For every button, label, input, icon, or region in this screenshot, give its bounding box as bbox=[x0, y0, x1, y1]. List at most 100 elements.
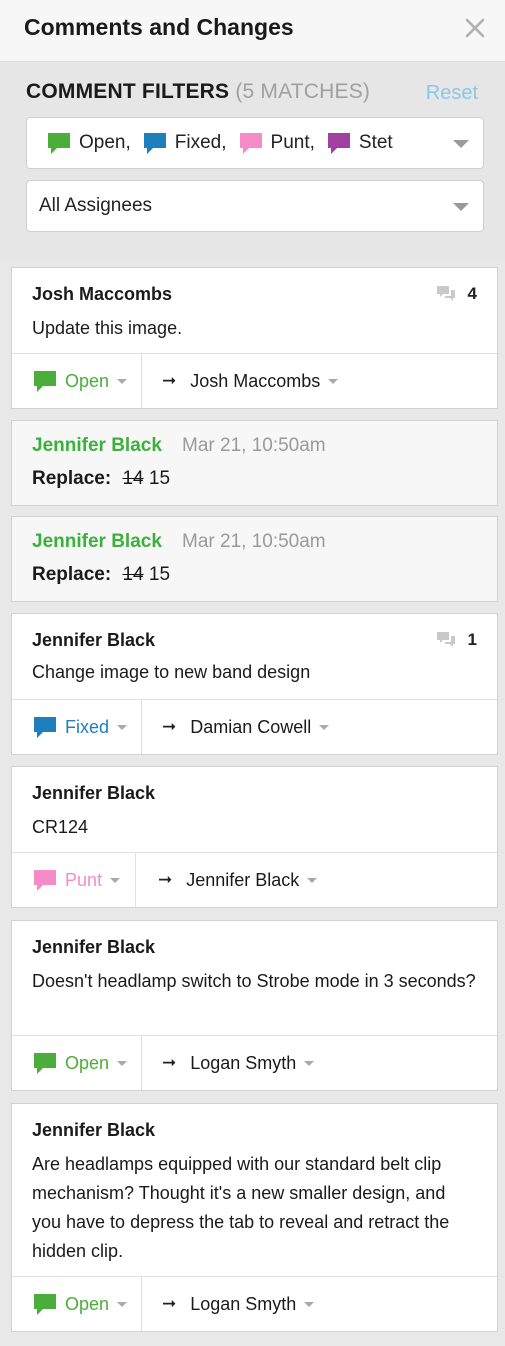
status-select-open[interactable]: Open bbox=[12, 1277, 142, 1331]
filters-match-count: (5 MATCHES) bbox=[235, 80, 371, 103]
comment-bubble-blue-icon bbox=[34, 717, 56, 738]
reply-count-value: 4 bbox=[467, 284, 477, 303]
comment-author: Jennifer Black bbox=[32, 630, 156, 650]
comment-card[interactable]: Jennifer Black 1 Change image to new ban… bbox=[11, 613, 498, 755]
chevron-down-icon bbox=[319, 724, 330, 730]
comment-body: Update this image. bbox=[32, 318, 183, 338]
assignee-select[interactable]: ➞ Damian Cowell bbox=[162, 700, 330, 754]
status-filter-stet: Stet bbox=[327, 131, 393, 155]
status-label: Open bbox=[65, 1293, 110, 1314]
change-date: Mar 21, 10:50am bbox=[182, 531, 326, 552]
status-filter-label: Punt, bbox=[270, 132, 315, 153]
status-select-open[interactable]: Open bbox=[12, 1036, 142, 1090]
chevron-down-icon bbox=[117, 378, 128, 384]
comment-footer: Open ➞ Josh Maccombs bbox=[12, 353, 497, 408]
comment-author: Jennifer Black bbox=[32, 937, 156, 957]
status-filter-values: Open, Fixed, Punt, Stet bbox=[47, 131, 405, 155]
status-select-fixed[interactable]: Fixed bbox=[12, 700, 142, 754]
replies-icon bbox=[436, 286, 455, 301]
comment-author: Jennifer Black bbox=[32, 1120, 156, 1140]
comment-filters-section: COMMENT FILTERS (5 MATCHES) Reset Open, … bbox=[0, 62, 505, 257]
status-filter-select[interactable]: Open, Fixed, Punt, Stet bbox=[26, 117, 484, 169]
comment-footer: Open ➞ Logan Smyth bbox=[12, 1276, 497, 1331]
comment-author: Josh Maccombs bbox=[32, 284, 173, 304]
arrow-right-icon: ➞ bbox=[162, 371, 177, 390]
status-label: Open bbox=[65, 370, 110, 391]
chevron-down-icon bbox=[304, 1060, 315, 1066]
replace-label: Replace: bbox=[32, 564, 112, 585]
comment-body: Are headlamps equipped with our standard… bbox=[32, 1154, 450, 1261]
status-filter-label: Stet bbox=[358, 132, 393, 153]
change-date: Mar 21, 10:50am bbox=[182, 435, 326, 456]
arrow-right-icon: ➞ bbox=[162, 717, 177, 736]
chevron-down-icon bbox=[117, 1060, 128, 1066]
comment-card[interactable]: Jennifer Black CR124 Punt ➞ Jennifer Bla… bbox=[11, 766, 498, 908]
assignee-name: Logan Smyth bbox=[190, 1052, 297, 1073]
change-replace: Replace: 14 15 bbox=[32, 468, 170, 490]
status-filter-open: Open, bbox=[47, 131, 131, 155]
arrow-right-icon: ➞ bbox=[162, 1294, 177, 1313]
comment-bubble-pink-icon bbox=[239, 133, 262, 154]
replace-old-value: 14 bbox=[122, 468, 144, 489]
status-label: Punt bbox=[65, 869, 103, 890]
assignee-select[interactable]: ➞ Logan Smyth bbox=[162, 1036, 315, 1090]
reply-count[interactable]: 4 bbox=[436, 284, 477, 304]
panel-header: Comments and Changes bbox=[0, 0, 505, 62]
assignee-name: Logan Smyth bbox=[190, 1293, 297, 1314]
reply-count-value: 1 bbox=[467, 630, 477, 649]
status-label: Open bbox=[65, 1052, 110, 1073]
close-icon[interactable] bbox=[463, 12, 487, 44]
comment-author: Jennifer Black bbox=[32, 783, 156, 803]
chevron-down-icon bbox=[110, 877, 121, 883]
change-author: Jennifer Black bbox=[32, 435, 162, 456]
status-select-punt[interactable]: Punt bbox=[12, 853, 136, 907]
assignee-select[interactable]: ➞ Logan Smyth bbox=[162, 1277, 315, 1331]
chevron-down-icon bbox=[117, 724, 128, 730]
assignee-name: Jennifer Black bbox=[186, 869, 300, 890]
arrow-right-icon: ➞ bbox=[162, 1053, 177, 1072]
comment-card[interactable]: Jennifer Black Doesn't headlamp switch t… bbox=[11, 920, 498, 1091]
comment-footer: Open ➞ Logan Smyth bbox=[12, 1035, 497, 1090]
comment-card[interactable]: Jennifer Black Are headlamps equipped wi… bbox=[11, 1103, 498, 1332]
assignee-name: Damian Cowell bbox=[190, 716, 312, 737]
comment-body: Doesn't headlamp switch to Strobe mode i… bbox=[32, 971, 476, 991]
comment-card[interactable]: Josh Maccombs 4 Update this image. Open … bbox=[11, 267, 498, 409]
close-button[interactable] bbox=[463, 12, 487, 44]
change-card[interactable]: Jennifer Black Mar 21, 10:50am Replace: … bbox=[11, 516, 498, 602]
chevron-down-icon bbox=[117, 1301, 128, 1307]
chevron-down-icon bbox=[307, 877, 318, 883]
assignee-name: Josh Maccombs bbox=[190, 370, 321, 391]
assignee-select[interactable]: ➞ Josh Maccombs bbox=[162, 354, 339, 408]
change-author: Jennifer Black bbox=[32, 531, 162, 552]
change-replace: Replace: 14 15 bbox=[32, 564, 170, 586]
replies-icon bbox=[436, 632, 455, 647]
comment-footer: Punt ➞ Jennifer Black bbox=[12, 852, 497, 907]
status-filter-fixed: Fixed, bbox=[143, 131, 227, 155]
comment-bubble-green-icon bbox=[48, 133, 70, 154]
replace-old-value: 14 bbox=[122, 564, 144, 585]
status-filter-punt: Punt, bbox=[239, 131, 315, 155]
panel-title: Comments and Changes bbox=[24, 14, 294, 40]
chevron-down-icon bbox=[453, 140, 469, 148]
assignee-filter-value: All Assignees bbox=[39, 195, 153, 216]
assignee-select[interactable]: ➞ Jennifer Black bbox=[158, 853, 318, 907]
filters-title: COMMENT FILTERS (5 MATCHES) bbox=[26, 80, 370, 104]
reply-count[interactable]: 1 bbox=[436, 630, 477, 650]
status-filter-label: Open, bbox=[79, 132, 131, 153]
chevron-down-icon bbox=[304, 1301, 315, 1307]
status-select-open[interactable]: Open bbox=[12, 354, 142, 408]
comment-bubble-pink-icon bbox=[34, 870, 56, 891]
comment-bubble-green-icon bbox=[34, 1053, 56, 1074]
assignee-filter-select[interactable]: All Assignees bbox=[26, 180, 484, 232]
comment-bubble-purple-icon bbox=[327, 133, 350, 154]
arrow-right-icon: ➞ bbox=[158, 870, 173, 889]
comment-bubble-green-icon bbox=[34, 371, 56, 392]
status-label: Fixed bbox=[65, 716, 110, 737]
replace-new-value: 15 bbox=[148, 468, 171, 489]
comment-bubble-blue-icon bbox=[143, 133, 166, 154]
chevron-down-icon bbox=[453, 203, 469, 211]
reset-filters-link[interactable]: Reset bbox=[426, 82, 478, 105]
change-card[interactable]: Jennifer Black Mar 21, 10:50am Replace: … bbox=[11, 420, 498, 506]
comment-bubble-green-icon bbox=[34, 1294, 56, 1315]
status-filter-label: Fixed, bbox=[174, 132, 227, 153]
